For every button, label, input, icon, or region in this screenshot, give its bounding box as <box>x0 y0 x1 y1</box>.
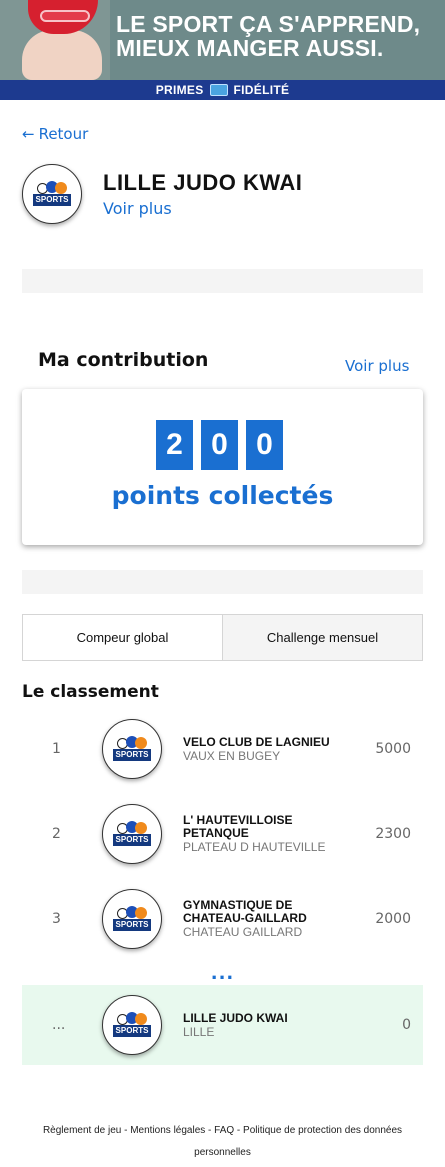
sports-logo-text: SPORTS <box>113 1025 151 1037</box>
ranking-score: 5000 <box>375 741 411 757</box>
ranking-row[interactable]: 1 SPORTS VELO CLUB DE LAGNIEU VAUX EN BU… <box>22 709 423 789</box>
banner-headline-line1: LE SPORT ÇA S'APPREND, <box>116 11 421 37</box>
ranking-row[interactable]: 2 SPORTS L' HAUTEVILLOISE PETANQUE PLATE… <box>22 794 423 874</box>
club-avatar: SPORTS <box>102 889 162 949</box>
ranking-club-name: L' HAUTEVILLOISE PETANQUE <box>183 813 293 840</box>
ranking-club-city: CHATEAU GAILLARD <box>183 925 303 939</box>
ranking-title: Le classement <box>22 682 159 702</box>
sports-logo-icon: SPORTS <box>113 906 151 932</box>
footer-links[interactable]: Règlement de jeu - Mentions légales - FA… <box>30 1120 415 1164</box>
rank-position: 1 <box>52 741 61 757</box>
club-name: LILLE JUDO KWAI <box>103 170 303 195</box>
club-avatar: SPORTS <box>102 804 162 864</box>
swimmer-illustration <box>22 30 102 80</box>
points-counter: 2 0 0 <box>156 420 283 470</box>
sports-logo-icon: SPORTS <box>113 1012 151 1038</box>
points-digit: 0 <box>246 420 283 470</box>
ranking-row[interactable]: 3 SPORTS GYMNASTIQUE DE CHATEAU-GAILLARD… <box>22 879 423 959</box>
goggles-shape <box>40 10 90 22</box>
brand-left: PRIMES <box>155 83 204 97</box>
sports-logo-icon: SPORTS <box>33 181 71 207</box>
points-digit: 2 <box>156 420 193 470</box>
divider-bar <box>22 269 423 293</box>
sports-logo-text: SPORTS <box>113 749 151 761</box>
arrow-left-icon: ← <box>22 125 35 143</box>
sports-logo-icon: SPORTS <box>113 821 151 847</box>
club-avatar: SPORTS <box>102 995 162 1055</box>
back-link[interactable]: ← Retour <box>22 125 88 143</box>
sports-logo-text: SPORTS <box>113 834 151 846</box>
tab-monthly-challenge[interactable]: Challenge mensuel <box>222 615 422 660</box>
ranking-club-name: GYMNASTIQUE DE CHATEAU-GAILLARD <box>183 898 307 925</box>
contribution-card: 2 0 0 points collectés <box>22 389 423 545</box>
sports-logo-text: SPORTS <box>33 194 71 206</box>
ranking-club-city: PLATEAU D HAUTEVILLE <box>183 840 326 854</box>
ranking-club-city: VAUX EN BUGEY <box>183 748 281 763</box>
ranking-score: 0 <box>402 1017 411 1033</box>
banner-photo <box>0 0 110 80</box>
brand-right: FIDÉLITÉ <box>233 83 290 97</box>
sports-logo-icon: SPORTS <box>113 736 151 762</box>
ranking-tabs: Compeur global Challenge mensuel <box>22 614 423 661</box>
points-label: points collectés <box>111 481 334 510</box>
ranking-club-name: VELO CLUB DE LAGNIEU <box>183 734 330 749</box>
club-avatar: SPORTS <box>102 719 162 779</box>
ranking-score: 2300 <box>375 826 411 842</box>
club-see-more-link[interactable]: Voir plus <box>103 199 172 218</box>
sports-logo-text: SPORTS <box>113 919 151 931</box>
loyalty-card-icon <box>209 84 228 96</box>
rank-position: ... <box>52 1017 66 1033</box>
ranking-club-name: LILLE JUDO KWAI <box>183 1010 288 1025</box>
banner-headline-line2: MIEUX MANGER AUSSI. <box>116 35 384 61</box>
points-digit: 0 <box>201 420 238 470</box>
banner-headline: LE SPORT ÇA S'APPREND, MIEUX MANGER AUSS… <box>116 12 436 60</box>
ranking-club-city: LILLE <box>183 1024 215 1039</box>
banner-brand-bar: PRIMES FIDÉLITÉ <box>0 80 445 100</box>
rank-position: 2 <box>52 826 61 842</box>
promo-banner[interactable]: LE SPORT ÇA S'APPREND, MIEUX MANGER AUSS… <box>0 0 445 100</box>
divider-bar <box>22 570 423 594</box>
ranking-ellipsis: ... <box>210 963 235 984</box>
back-label: Retour <box>38 125 89 143</box>
contribution-title: Ma contribution <box>38 349 209 371</box>
tab-global-counter[interactable]: Compeur global <box>23 615 222 660</box>
club-avatar: SPORTS <box>22 164 82 224</box>
my-club-ranking-row[interactable]: ... SPORTS LILLE JUDO KWAI LILLE 0 <box>22 985 423 1065</box>
rank-position: 3 <box>52 911 61 927</box>
contribution-see-more-link[interactable]: Voir plus <box>345 357 409 375</box>
ranking-score: 2000 <box>375 911 411 927</box>
